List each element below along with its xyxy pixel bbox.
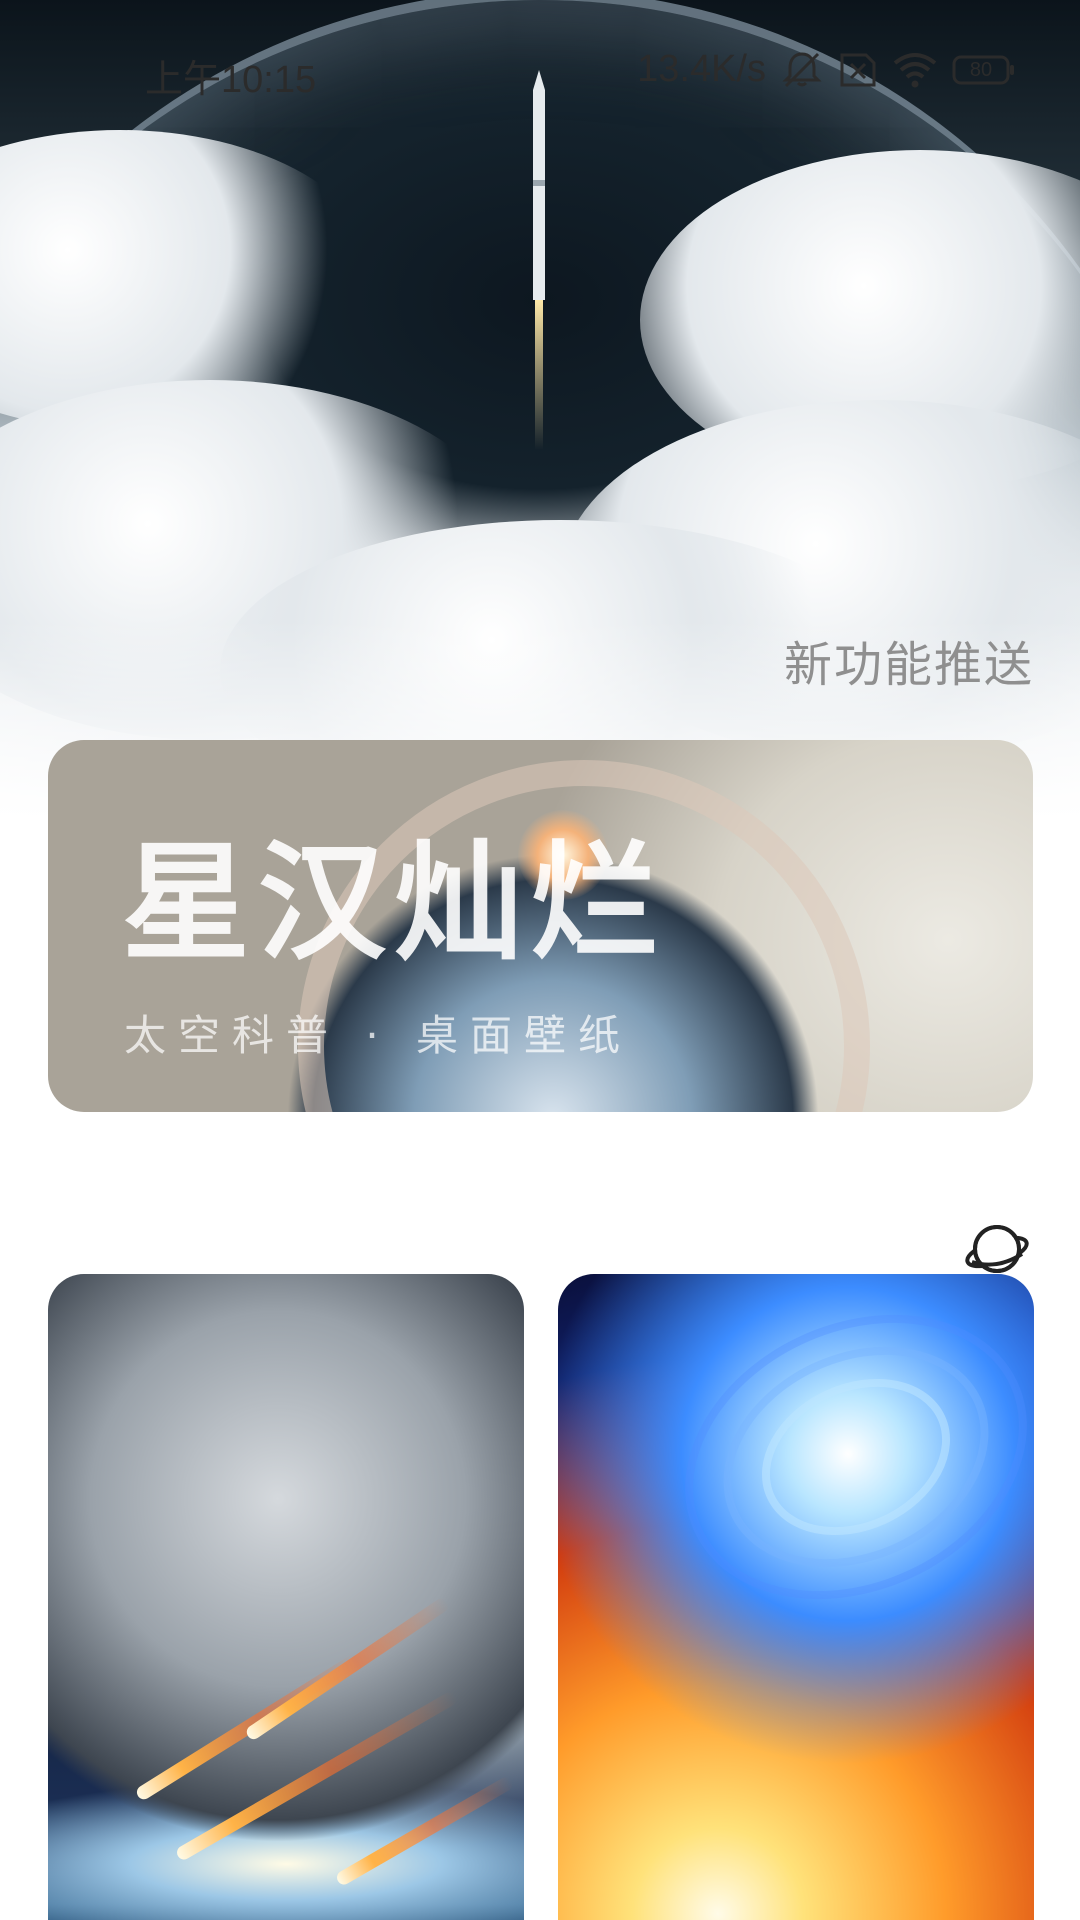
space-science-banner[interactable]: 星汉灿烂 太空科普 · 桌面壁纸 bbox=[48, 740, 1033, 1112]
status-time: 上午10:15 bbox=[145, 59, 317, 101]
new-feature-label[interactable]: 新功能推送 bbox=[784, 625, 1034, 695]
wallpaper-tile-galaxy[interactable] bbox=[558, 1274, 1034, 1920]
planet-icon[interactable] bbox=[964, 1216, 1030, 1282]
network-speed: 13.4K/s bbox=[637, 48, 766, 90]
banner-title: 星汉灿烂 bbox=[122, 829, 667, 978]
mute-icon bbox=[780, 50, 824, 90]
battery-icon: 80 bbox=[952, 55, 1016, 85]
wallpaper-tile-meteors[interactable] bbox=[48, 1274, 524, 1920]
sim-off-icon bbox=[838, 51, 878, 89]
galaxy-swirl bbox=[638, 1274, 1034, 1653]
banner-subtitle: 太空科普 · 桌面壁纸 bbox=[124, 1011, 633, 1060]
battery-level: 80 bbox=[969, 58, 993, 81]
wifi-icon bbox=[892, 51, 938, 89]
status-bar: 上午10:15 13.4K/s 80 bbox=[0, 0, 1080, 140]
meteor bbox=[334, 1774, 515, 1888]
status-icons: 13.4K/s 80 bbox=[637, 48, 1016, 91]
screen: 上午10:15 13.4K/s 80 新功能推送 星汉灿烂 太空科普 · 桌面壁… bbox=[0, 0, 1080, 1920]
